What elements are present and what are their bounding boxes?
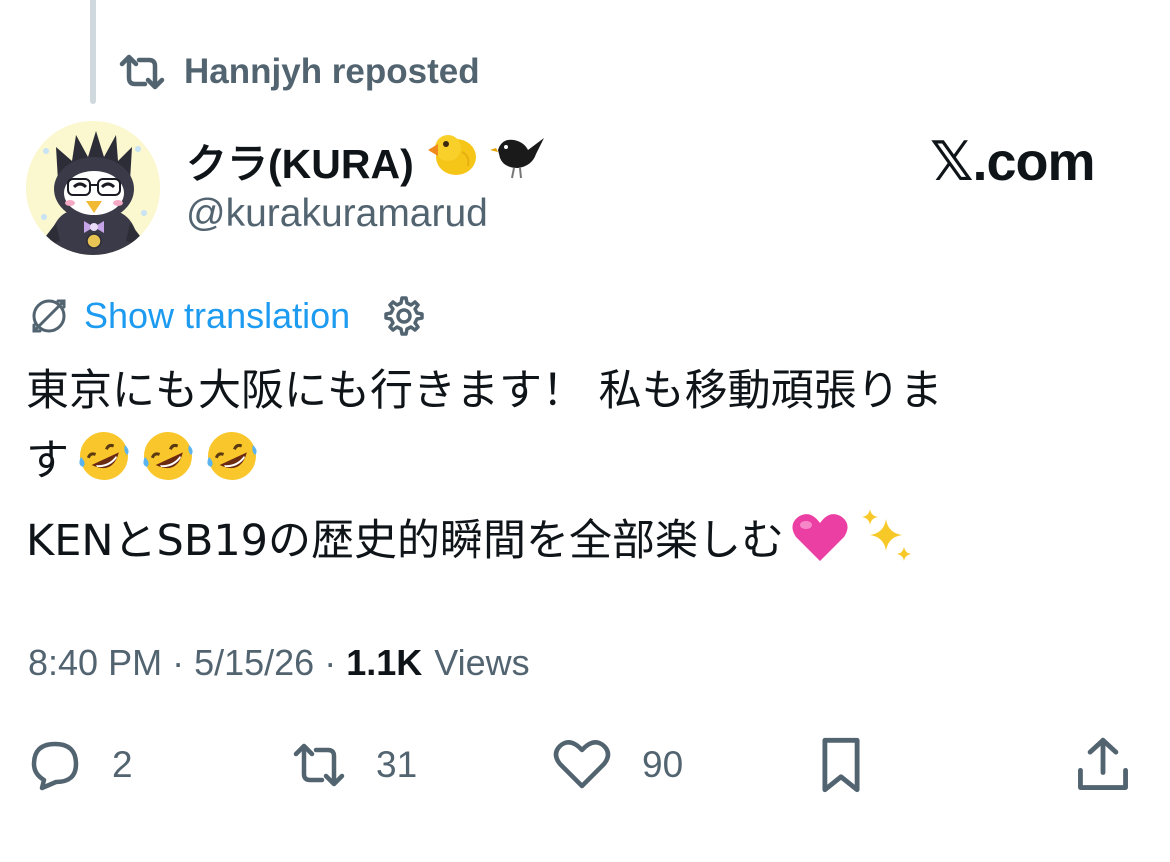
rolling-laughing-emoji-icon [139, 427, 197, 506]
reply-icon [31, 741, 79, 791]
repost-header[interactable]: Hannjyh reposted [118, 50, 480, 94]
translation-row: Show translation [28, 292, 424, 340]
repost-button[interactable]: 31 [288, 730, 417, 800]
share-button[interactable] [1074, 730, 1132, 800]
tweet-line-1: 東京にも大阪にも行きます！ 私も移動頑張りま [26, 366, 943, 416]
rolling-laughing-emoji-icon [203, 427, 261, 506]
rolling-laughing-emoji-icon [75, 427, 133, 506]
like-button[interactable]: 90 [552, 730, 683, 800]
tweet-text: 東京にも大阪にも行きます！ 私も移動頑張りま す KENとSB19の歴史的瞬間を… [26, 356, 1136, 586]
chick-emoji-icon [422, 130, 480, 190]
pink-heart-emoji-icon [790, 509, 850, 586]
meta-separator: · [324, 642, 337, 683]
bookmark-button[interactable] [812, 730, 870, 800]
tweet-line-3-text: KENとSB19の歴史的瞬間を全部楽しむ [26, 516, 785, 566]
reply-count: 2 [112, 744, 133, 785]
heart-icon [553, 740, 611, 789]
thread-connector-line [90, 0, 96, 104]
repost-count: 31 [376, 744, 418, 785]
tweet-date[interactable]: 5/15/26 [194, 642, 314, 684]
tweet-line-2-text: す [26, 436, 69, 486]
repost-icon [293, 743, 345, 787]
sparkles-emoji-icon [856, 507, 916, 586]
views-label: Views [434, 642, 530, 683]
bookmark-icon [822, 737, 860, 793]
tweet-line-3: KENとSB19の歴史的瞬間を全部楽しむ [26, 506, 1136, 586]
repost-header-text: Hannjyh reposted [184, 52, 480, 91]
avatar[interactable] [26, 121, 160, 255]
tweet-time[interactable]: 8:40 PM [28, 642, 162, 684]
author-display-name: クラ(KURA) [186, 141, 414, 187]
avatar-penguin-icon [26, 121, 160, 255]
blackbird-emoji-icon [488, 130, 548, 190]
reply-button[interactable]: 2 [28, 730, 133, 800]
repost-icon [119, 54, 165, 90]
tweet-line-2: す [26, 426, 1136, 506]
show-translation-link[interactable]: Show translation [84, 295, 350, 337]
like-count: 90 [642, 744, 684, 785]
translate-globe-icon [32, 299, 66, 333]
author-name-row[interactable]: クラ(KURA) [186, 132, 548, 188]
action-bar: 2 31 90 [0, 730, 1170, 800]
views-count[interactable]: 1.1K [346, 642, 422, 684]
author-handle[interactable]: @kurakuramarud [186, 192, 488, 236]
tweet-meta: 8:40 PM · 5/15/26 · 1.1K Views [28, 638, 530, 688]
meta-separator: · [172, 642, 185, 683]
brand-watermark: 𝕏.com [930, 132, 1096, 192]
share-icon [1078, 737, 1128, 790]
settings-gear-icon[interactable] [380, 294, 424, 338]
